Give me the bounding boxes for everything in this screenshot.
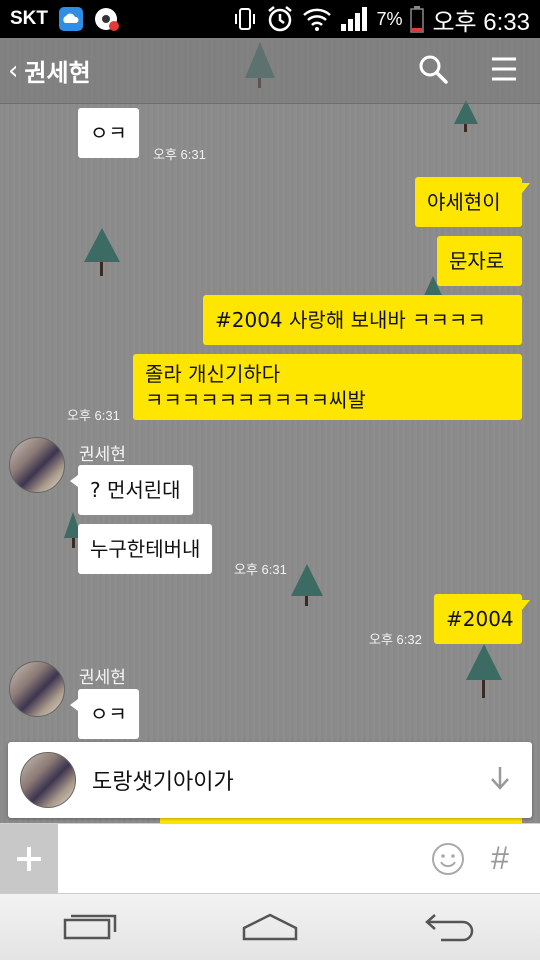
- tree-decoration: [84, 228, 120, 276]
- search-icon: [419, 55, 448, 84]
- status-bar: SKT 7% 오후 6:33: [0, 0, 540, 38]
- arrow-down-icon: [491, 767, 509, 790]
- message-text-line: ㅋㅋㅋㅋㅋㅋㅋㅋㅋㅋ씨발: [145, 388, 366, 412]
- message-text: 문자로: [449, 249, 505, 273]
- recent-apps-icon: [63, 914, 117, 940]
- clock: 오후 6:33: [432, 8, 530, 36]
- message-bubble-incoming[interactable]: ? 먼서린대: [70, 465, 193, 515]
- message-bubble-outgoing[interactable]: 야세현이: [415, 177, 530, 227]
- plus-icon: [17, 846, 41, 871]
- tree-decoration: [291, 564, 323, 606]
- back-button[interactable]: ‹ 권세현: [8, 53, 91, 88]
- message-bubble-outgoing[interactable]: #2004: [434, 594, 530, 644]
- message-text: #2004 사랑해 보내바 ㅋㅋㅋㅋ: [215, 308, 486, 332]
- back-nav-button[interactable]: [405, 897, 495, 957]
- home-button[interactable]: [225, 897, 315, 957]
- message-input[interactable]: [58, 823, 422, 894]
- message-bubble-outgoing[interactable]: 문자로: [437, 236, 522, 286]
- avatar: [20, 752, 76, 808]
- sender-name: 권세현: [79, 668, 126, 688]
- scroll-down-button[interactable]: [488, 765, 512, 795]
- banner-text: 도랑샛기아이가: [92, 770, 234, 795]
- avatar[interactable]: [9, 661, 65, 717]
- cloud-app-icon: [58, 6, 84, 32]
- menu-icon: [492, 57, 516, 80]
- message-time: 오후 6:31: [234, 562, 287, 577]
- tree-decoration: [466, 644, 502, 698]
- menu-button[interactable]: [490, 56, 518, 86]
- sender-name: 권세현: [79, 445, 126, 465]
- message-text: 누구한테버내: [90, 537, 201, 561]
- emoticon-button[interactable]: [422, 824, 474, 894]
- signal-icon: [340, 6, 368, 32]
- message-text-line: 졸라 개신기하다: [145, 362, 281, 386]
- hash-icon: #: [491, 840, 509, 876]
- message-text: 야세현이: [427, 190, 501, 214]
- back-arrow-icon: [425, 914, 474, 942]
- wifi-icon: [302, 6, 332, 32]
- new-message-banner[interactable]: 도랑샛기아이가: [8, 742, 532, 818]
- message-text: ㅇㅋ: [90, 702, 127, 726]
- system-nav-bar: [0, 893, 540, 960]
- message-bubble-incoming[interactable]: ㅇㅋ: [70, 689, 139, 739]
- avatar[interactable]: [9, 437, 65, 493]
- chevron-left-icon: ‹: [8, 55, 19, 86]
- message-text: ? 먼서린대: [90, 478, 181, 502]
- battery-icon: [410, 5, 425, 33]
- message-input-bar: #: [0, 823, 540, 894]
- search-button[interactable]: [418, 54, 448, 88]
- message-bubble-outgoing[interactable]: #2004 사랑해 보내바 ㅋㅋㅋㅋ: [203, 295, 522, 345]
- attach-button[interactable]: [0, 823, 58, 894]
- status-icons: 7% 오후 6:33: [232, 2, 530, 37]
- message-time: 오후 6:31: [153, 147, 206, 162]
- home-icon: [242, 913, 298, 941]
- message-text: ㅇㅋ: [90, 121, 127, 145]
- carrier-label: SKT: [10, 8, 48, 29]
- message-time: 오후 6:31: [67, 408, 120, 423]
- vibrate-icon: [232, 6, 258, 32]
- header-actions: [418, 54, 532, 88]
- smiley-icon: [432, 842, 464, 875]
- chat-header: ‹ 권세현: [0, 38, 540, 104]
- message-bubble-incoming[interactable]: ㅇㅋ: [78, 108, 139, 158]
- message-time: 오후 6:32: [369, 632, 422, 647]
- message-text: #2004: [446, 607, 514, 631]
- hash-search-button[interactable]: #: [474, 824, 526, 894]
- chat-title: 권세현: [24, 59, 91, 87]
- message-bubble-outgoing[interactable]: 졸라 개신기하다 ㅋㅋㅋㅋㅋㅋㅋㅋㅋㅋ씨발: [133, 354, 522, 420]
- recent-apps-button[interactable]: [45, 897, 135, 957]
- message-bubble-incoming[interactable]: 누구한테버내: [78, 524, 213, 574]
- alarm-icon: [266, 5, 294, 33]
- record-app-icon: [94, 6, 120, 32]
- battery-percent: 7%: [376, 8, 403, 29]
